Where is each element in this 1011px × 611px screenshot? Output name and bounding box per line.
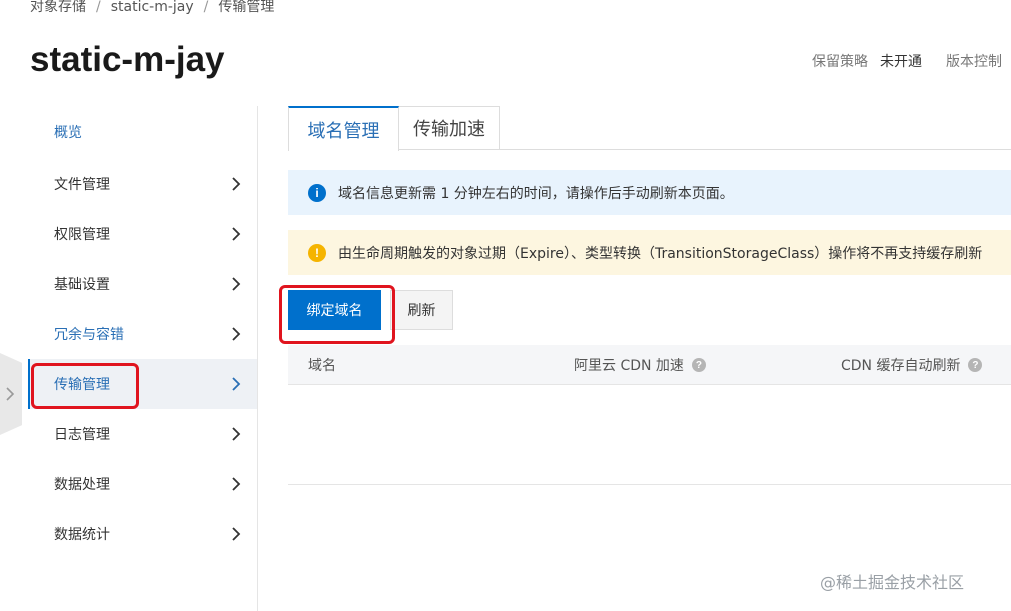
- sidebar-item-data-processing[interactable]: 数据处理: [28, 459, 257, 509]
- column-header-cdn-auto-refresh: CDN 缓存自动刷新?: [841, 345, 983, 385]
- sidebar-item-label: 文件管理: [54, 177, 110, 193]
- info-message: 域名信息更新需 1 分钟左右的时间，请操作后手动刷新本页面。: [338, 185, 734, 202]
- sidebar-item-label: 基础设置: [54, 277, 110, 293]
- refresh-button[interactable]: 刷新: [390, 290, 453, 330]
- table-bottom-divider: [288, 484, 1011, 485]
- column-label: 阿里云 CDN 加速: [574, 358, 684, 374]
- breadcrumb-item-bucket[interactable]: static-m-jay: [111, 0, 194, 15]
- sidebar-item-label: 数据处理: [54, 477, 110, 493]
- help-icon[interactable]: ?: [691, 358, 706, 372]
- tab-bar: 域名管理 传输加速: [288, 106, 1011, 151]
- sidebar-item-overview[interactable]: 概览: [28, 107, 257, 157]
- chevron-right-icon: [229, 426, 243, 442]
- sidebar-item-file-management[interactable]: 文件管理: [28, 159, 257, 209]
- page-title: static-m-jay: [30, 40, 225, 79]
- highlight-box-transfer-management: [31, 363, 139, 409]
- sidebar-item-label: 权限管理: [54, 227, 110, 243]
- retention-policy-value: 未开通: [880, 54, 922, 70]
- sidebar-item-log-management[interactable]: 日志管理: [28, 409, 257, 459]
- chevron-right-icon: [229, 326, 243, 342]
- warning-alert: ! 由生命周期触发的对象过期（Expire）、类型转换（TransitionSt…: [288, 230, 1011, 275]
- watermark: @稀土掘金技术社区: [820, 573, 965, 592]
- chevron-right-icon: [6, 387, 15, 401]
- info-alert: i 域名信息更新需 1 分钟左右的时间，请操作后手动刷新本页面。: [288, 170, 1011, 215]
- column-label: CDN 缓存自动刷新: [841, 358, 961, 374]
- sidebar-item-basic-settings[interactable]: 基础设置: [28, 259, 257, 309]
- sidebar-item-label: 概览: [54, 125, 82, 141]
- sidebar-item-redundancy[interactable]: 冗余与容错: [28, 309, 257, 359]
- warning-message: 由生命周期触发的对象过期（Expire）、类型转换（TransitionStor…: [338, 245, 983, 262]
- breadcrumb-item-current: 传输管理: [218, 0, 275, 15]
- tab-transfer-acceleration[interactable]: 传输加速: [399, 106, 500, 150]
- chevron-right-icon: [229, 226, 243, 242]
- breadcrumb-separator: /: [96, 0, 101, 15]
- chevron-right-icon: [229, 476, 243, 492]
- breadcrumb-item-oss[interactable]: 对象存储: [30, 0, 86, 15]
- highlight-box-bind-domain: [279, 285, 395, 344]
- warning-icon: !: [308, 243, 326, 262]
- info-icon: i: [308, 183, 326, 202]
- column-header-cdn-acceleration: 阿里云 CDN 加速?: [574, 345, 706, 385]
- chevron-right-icon: [229, 526, 243, 542]
- sidebar-item-data-statistics[interactable]: 数据统计: [28, 509, 257, 559]
- breadcrumb-separator: /: [203, 0, 209, 15]
- chevron-right-icon: [229, 276, 243, 292]
- sidebar-item-label: 数据统计: [54, 527, 110, 543]
- chevron-right-icon: [229, 176, 243, 192]
- sidebar-item-label: 冗余与容错: [54, 327, 124, 343]
- chevron-right-icon: [229, 376, 243, 392]
- tab-domain-management[interactable]: 域名管理: [288, 106, 399, 151]
- sidebar-collapse-handle[interactable]: [0, 353, 22, 435]
- version-control-label: 版本控制: [946, 54, 1002, 70]
- sidebar-item-permission-management[interactable]: 权限管理: [28, 209, 257, 259]
- table-header: 域名 阿里云 CDN 加速? CDN 缓存自动刷新?: [288, 345, 1011, 385]
- sidebar-item-label: 日志管理: [54, 427, 110, 443]
- help-icon[interactable]: ?: [968, 358, 983, 372]
- retention-policy-label: 保留策略: [812, 54, 868, 70]
- sidebar: 概览 文件管理 权限管理 基础设置 冗余与容错 传输管理 日志管理 数据处理 数…: [28, 106, 258, 611]
- column-header-domain: 域名: [308, 345, 336, 385]
- breadcrumb: 对象存储 / static-m-jay / 传输管理: [30, 0, 274, 16]
- header-meta: 保留策略 未开通 版本控制: [812, 51, 1002, 71]
- column-label: 域名: [308, 358, 336, 374]
